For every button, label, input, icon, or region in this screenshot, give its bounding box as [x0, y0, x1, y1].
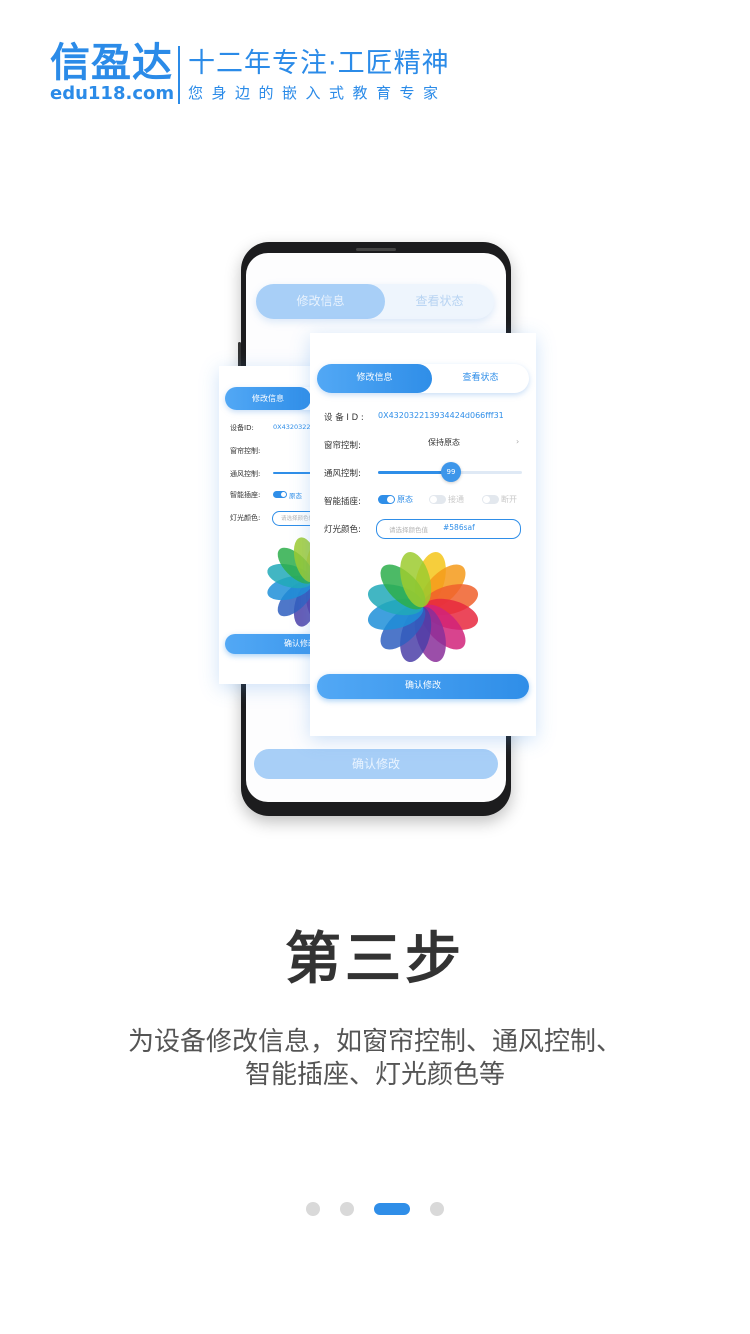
step-description: 为设备修改信息，如窗帘控制、通风控制、 智能插座、灯光颜色等: [0, 1026, 750, 1092]
brand-logo: 信盈达 edu118.com: [50, 40, 180, 104]
brand-divider: [178, 46, 180, 104]
front-card: 修改信息 查看状态 设 备 I D : 0X432032213934424d06…: [310, 333, 536, 736]
front-tab-bar: 修改信息 查看状态: [317, 364, 529, 393]
front-socket-label: 智能插座:: [324, 497, 361, 507]
step-title: 第三步: [285, 927, 465, 992]
brand-url: edu118.com: [50, 83, 175, 104]
back-socket-option: 原态: [289, 492, 302, 500]
front-socket-option-connect: 接通: [448, 495, 464, 504]
front-device-id-value: 0X432032213934424d066fff31: [378, 411, 504, 420]
chevron-right-icon: ›: [516, 437, 520, 446]
front-vent-slider-fill: [378, 471, 450, 474]
back-socket-toggle[interactable]: [273, 491, 287, 498]
front-socket-toggle-disconnect[interactable]: [482, 495, 499, 504]
toggle-knob: [387, 496, 394, 503]
pager-dot-1[interactable]: [306, 1202, 320, 1216]
front-device-id-label: 设 备 I D :: [324, 413, 364, 423]
back-socket-label: 智能插座:: [230, 491, 261, 499]
pager-dot-3-active[interactable]: [374, 1203, 410, 1215]
back-tab-edit[interactable]: 修改信息: [225, 387, 311, 410]
toggle-knob: [483, 496, 490, 503]
phone-confirm-button[interactable]: 确认修改: [254, 749, 498, 779]
back-device-id-label: 设备ID:: [230, 424, 254, 432]
front-curtain-select[interactable]: 保持原态: [428, 437, 460, 448]
pager-dot-2[interactable]: [340, 1202, 354, 1216]
front-light-value: #586saf: [443, 523, 475, 532]
step-description-line-1: 为设备修改信息，如窗帘控制、通风控制、: [127, 1027, 622, 1057]
phone-speaker: [356, 248, 396, 251]
pager-dot-4[interactable]: [430, 1202, 444, 1216]
front-vent-label: 通风控制:: [324, 469, 361, 479]
back-curtain-label: 窗帘控制:: [230, 447, 261, 455]
front-socket-toggle-original[interactable]: [378, 495, 395, 504]
front-tab-status[interactable]: 查看状态: [432, 364, 529, 393]
front-socket-option-original: 原态: [397, 495, 413, 504]
step-description-line-2: 智能插座、灯光颜色等: [244, 1060, 505, 1090]
front-light-placeholder: 请选择颜色值: [389, 526, 428, 534]
phone-tab-edit[interactable]: 修改信息: [256, 284, 385, 319]
front-light-input[interactable]: 请选择颜色值 #586saf: [376, 519, 521, 539]
slogan-tagline: 您身边的嵌入式教育专家: [188, 84, 447, 102]
phone-tab-status[interactable]: 查看状态: [385, 284, 494, 319]
front-socket-toggle-connect[interactable]: [429, 495, 446, 504]
front-socket-option-disconnect: 断开: [501, 495, 517, 504]
front-color-wheel-icon: [367, 551, 479, 663]
slogan-main: 十二年专注·工匠精神: [188, 48, 450, 79]
toggle-knob: [281, 492, 286, 497]
front-confirm-button[interactable]: 确认修改: [317, 674, 529, 699]
back-light-label: 灯光颜色:: [230, 514, 261, 522]
back-vent-label: 通风控制:: [230, 470, 261, 478]
front-vent-slider-thumb[interactable]: 99: [441, 462, 461, 482]
brand-name: 信盈达: [50, 40, 173, 86]
brand-slogan: 十二年专注·工匠精神 您身边的嵌入式教育专家: [188, 46, 450, 104]
toggle-knob: [430, 496, 437, 503]
phone-tab-bar: 修改信息 查看状态: [256, 284, 494, 319]
front-curtain-label: 窗帘控制:: [324, 441, 361, 451]
front-light-label: 灯光颜色:: [324, 525, 361, 535]
front-tab-edit[interactable]: 修改信息: [317, 364, 432, 393]
